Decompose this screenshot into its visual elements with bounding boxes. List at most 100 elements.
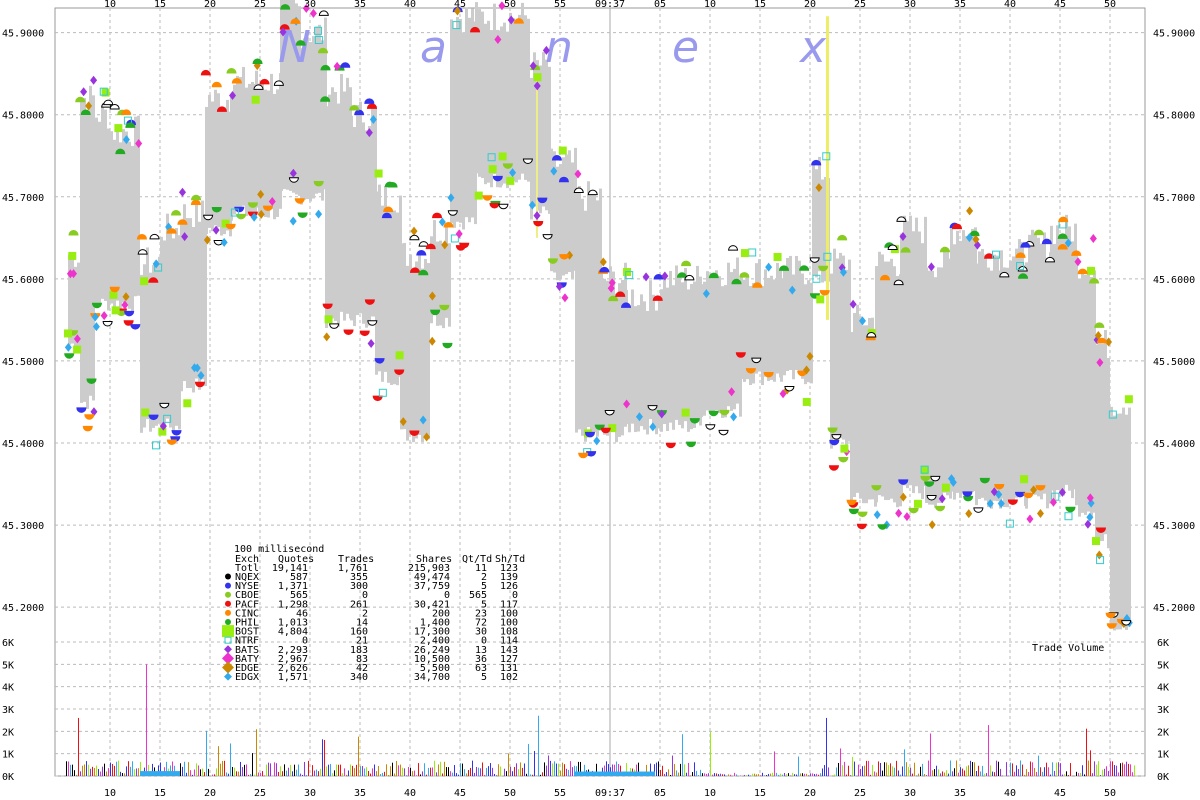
- volume-bar: [952, 771, 953, 776]
- bid-marker-cinc: [294, 198, 305, 204]
- ask-marker-pacf: [148, 277, 159, 283]
- quote-marker-edgx: [730, 412, 738, 422]
- spread-column: [409, 254, 412, 435]
- quote-marker-bost: [1124, 395, 1133, 404]
- nbbo-spread-band: [68, 0, 1131, 631]
- bid-marker-nqex: [522, 158, 533, 164]
- spread-column: [890, 258, 893, 499]
- volume-bar: [704, 773, 705, 776]
- spread-column: [767, 277, 770, 381]
- x-tick-label-bottom: 35: [354, 788, 366, 799]
- volume-bar: [420, 774, 421, 776]
- volume-bar: [1046, 762, 1047, 776]
- volume-bar: [384, 771, 385, 776]
- spread-column: [119, 142, 122, 310]
- spread-column: [727, 262, 730, 407]
- volume-bar: [204, 772, 205, 776]
- spread-column: [918, 231, 921, 494]
- volume-bar: [226, 772, 227, 776]
- volume-bar: [593, 771, 595, 776]
- volume-tick-label-left: 5K: [2, 660, 14, 671]
- spread-column: [239, 77, 242, 211]
- volume-bar: [150, 771, 152, 776]
- volume-bar: [408, 767, 409, 776]
- volume-bar: [1060, 763, 1061, 776]
- price-tick-label-right: 45.6000: [1153, 275, 1195, 286]
- volume-bar: [583, 771, 585, 776]
- bid-marker-nqex: [159, 402, 170, 409]
- bid-marker-pacf: [856, 523, 867, 530]
- spread-column: [1081, 270, 1084, 513]
- spread-column: [669, 270, 672, 423]
- spread-column: [1095, 344, 1098, 542]
- volume-bar: [236, 771, 237, 776]
- volume-bar: [132, 761, 133, 776]
- ask-marker-cinc: [1077, 268, 1088, 275]
- spread-column: [1043, 232, 1046, 494]
- volume-bar: [1048, 767, 1049, 776]
- spread-column: [98, 121, 101, 308]
- bid-marker-pacf: [600, 427, 611, 434]
- spread-column: [490, 30, 493, 188]
- volume-bar: [1062, 774, 1063, 776]
- volume-tick-label-right: 1K: [1157, 750, 1169, 761]
- volume-bar: [822, 768, 823, 776]
- volume-bar: [520, 762, 521, 776]
- spread-column: [906, 221, 909, 489]
- bid-marker-cboe: [247, 202, 258, 208]
- volume-bar: [928, 760, 929, 776]
- spread-column: [353, 127, 356, 327]
- spread-column: [887, 261, 890, 501]
- volume-bar: [100, 771, 101, 776]
- volume-bar: [625, 771, 627, 776]
- spread-column: [587, 181, 590, 428]
- x-tick-label-bottom: 35: [954, 788, 966, 799]
- bid-marker-phil: [979, 477, 990, 484]
- bid-marker-phil: [963, 495, 974, 502]
- spread-column: [937, 267, 940, 503]
- volume-bar: [434, 760, 435, 776]
- volume-bar: [882, 770, 883, 776]
- volume-bar: [196, 763, 197, 776]
- bid-marker-phil: [442, 342, 453, 349]
- volume-bar: [762, 772, 763, 776]
- volume-bar: [488, 766, 489, 776]
- volume-bar: [172, 771, 174, 776]
- volume-bar: [970, 760, 971, 776]
- quote-marker-bats: [178, 187, 186, 197]
- volume-bar: [758, 774, 759, 776]
- spread-column: [264, 89, 267, 218]
- quote-marker-baty: [100, 311, 108, 321]
- bid-marker-pacf: [735, 352, 746, 358]
- volume-bar: [1054, 770, 1055, 776]
- legend-marker-pacf: [225, 600, 231, 607]
- spread-column: [715, 270, 718, 411]
- spread-column: [709, 278, 712, 415]
- spread-column: [915, 217, 918, 487]
- spread-column: [575, 192, 578, 433]
- volume-bar: [884, 762, 885, 776]
- bid-marker-phil: [924, 481, 935, 487]
- spread-column: [721, 286, 724, 418]
- bid-marker-nyse: [124, 310, 135, 317]
- spread-column: [776, 263, 779, 374]
- spread-column: [481, 11, 484, 179]
- volume-bar: [776, 772, 777, 776]
- spread-column: [371, 107, 374, 317]
- spread-column: [773, 279, 776, 382]
- volume-bar: [1016, 765, 1017, 776]
- spread-column: [248, 83, 251, 215]
- quote-marker-bats: [90, 75, 98, 85]
- spread-column: [693, 281, 696, 428]
- volume-bar: [990, 765, 991, 776]
- volume-bar: [800, 773, 801, 776]
- spread-column: [615, 293, 618, 443]
- spread-column: [612, 271, 615, 432]
- quote-marker-bost: [913, 499, 922, 508]
- ask-marker-phil: [1057, 233, 1068, 239]
- volume-bar: [1096, 764, 1097, 776]
- price-tick-label-right: 45.8000: [1153, 111, 1195, 122]
- volume-bar: [116, 761, 117, 776]
- volume-bar: [348, 770, 349, 776]
- bid-marker-phil: [430, 309, 441, 316]
